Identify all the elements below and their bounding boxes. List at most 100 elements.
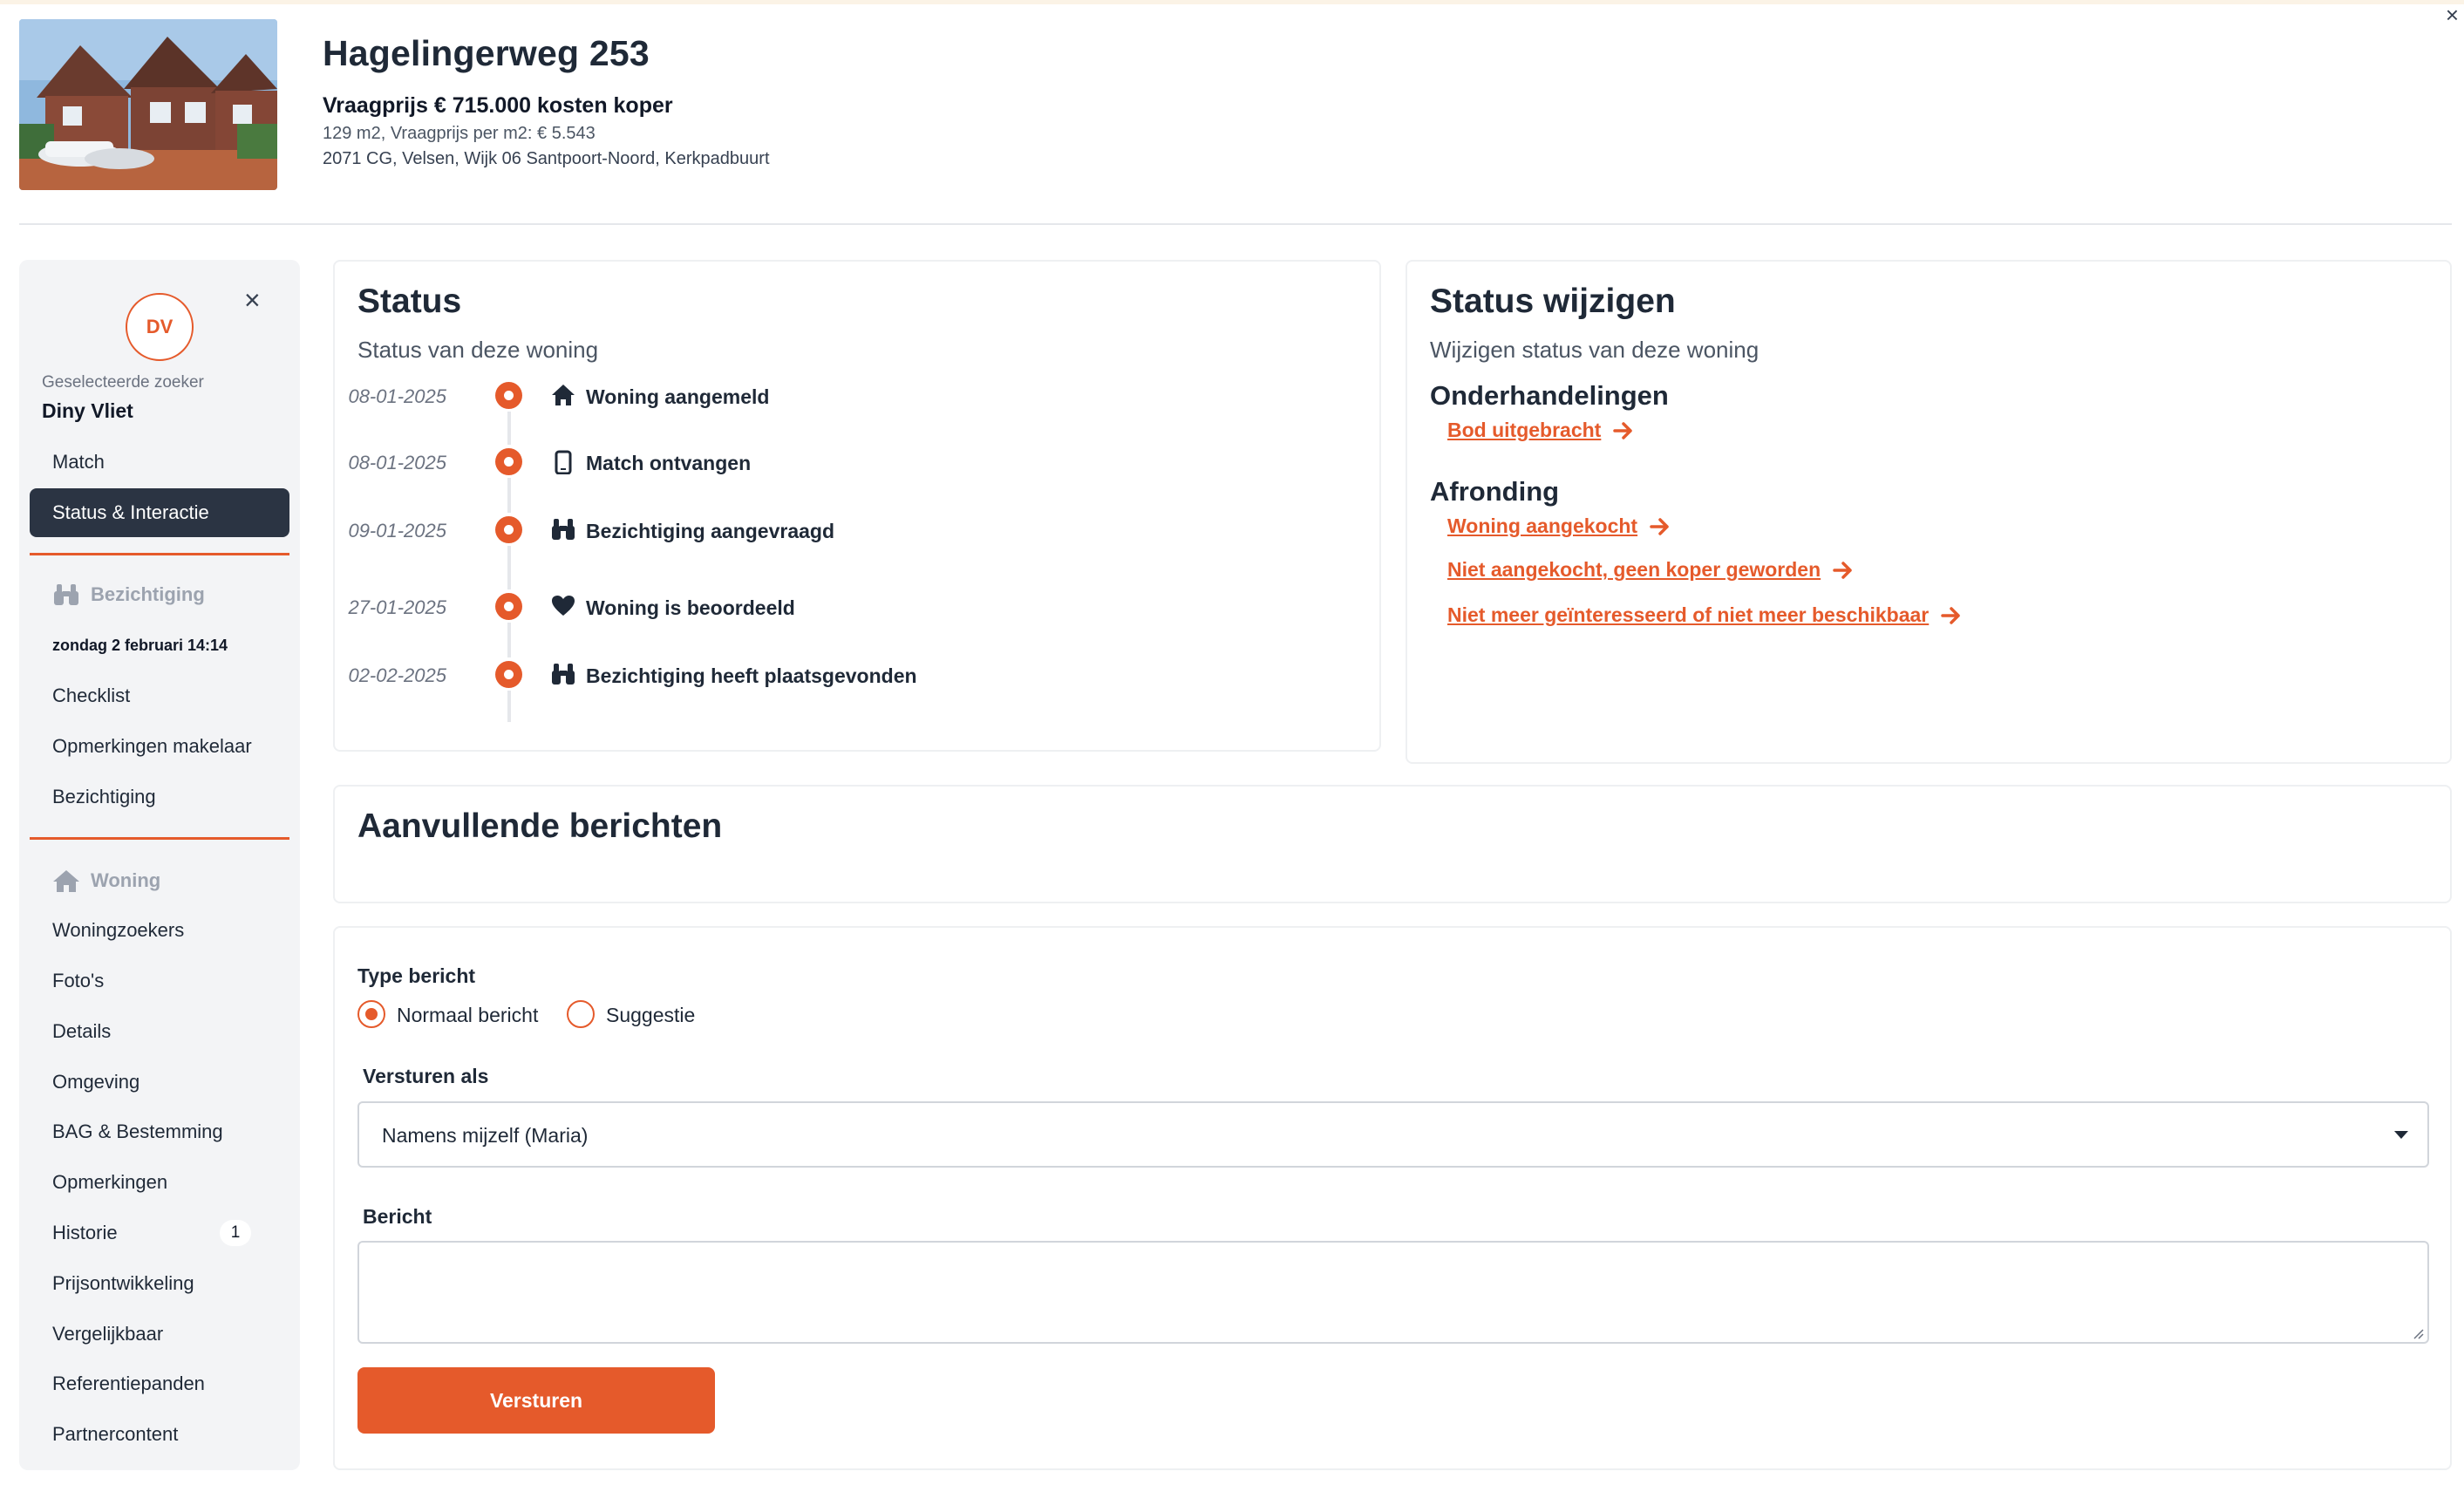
timeline-item: 27-01-2025 Woning is beoordeeld	[335, 589, 1372, 624]
avatar[interactable]: DV	[126, 293, 194, 361]
action-niet-aangekocht[interactable]: Niet aangekocht, geen koper geworden	[1447, 558, 1854, 582]
timeline-dot	[495, 516, 522, 543]
timeline-label: Bezichtiging heeft plaatsgevonden	[586, 664, 917, 687]
arrow-right-icon	[1833, 561, 1852, 579]
message-textarea[interactable]	[357, 1241, 2429, 1344]
timeline-connector	[507, 691, 511, 722]
sidebar-item-partnercontent[interactable]: Partnercontent	[30, 1410, 289, 1459]
timeline-dot	[495, 382, 522, 409]
sidebar-item-omgeving[interactable]: Omgeving	[30, 1058, 289, 1107]
listing-price: Vraagprijs € 715.000 kosten koper	[323, 93, 673, 118]
viewing-date: zondag 2 februari 14:14	[52, 637, 228, 654]
action-niet-meer-geinteresseerd[interactable]: Niet meer geïnteresseerd of niet meer be…	[1447, 603, 1962, 627]
messages-title: Aanvullende berichten	[357, 807, 723, 845]
listing-address: 2071 CG, Velsen, Wijk 06 Santpoort-Noord…	[323, 149, 770, 168]
status-title: Status	[357, 283, 462, 320]
sidebar-item-woningzoekers[interactable]: Woningzoekers	[30, 906, 289, 955]
timeline-label: Woning aangemeld	[586, 385, 770, 408]
send-as-label: Versturen als	[363, 1065, 489, 1087]
timeline-dot	[495, 593, 522, 620]
selected-seeker-label: Geselecteerde zoeker	[42, 373, 204, 392]
timeline-date: 08-01-2025	[348, 385, 446, 407]
selected-seeker-name: Diny Vliet	[42, 399, 133, 422]
sidebar-divider	[30, 553, 289, 555]
sidebar-item-referentiepanden[interactable]: Referentiepanden	[30, 1359, 289, 1408]
sidebar-item-bezichtiging[interactable]: Bezichtiging	[30, 773, 289, 821]
action-bod-uitgebracht[interactable]: Bod uitgebracht	[1447, 419, 1634, 442]
timeline-connector	[507, 412, 511, 445]
send-as-value: Namens mijzelf (Maria)	[382, 1124, 589, 1147]
timeline-item: 02-02-2025 Bezichtiging heeft plaatsgevo…	[335, 657, 1372, 692]
sidebar-item-status-interactie[interactable]: Status & Interactie	[30, 488, 289, 537]
house-icon	[53, 870, 79, 892]
timeline-date: 27-01-2025	[348, 596, 446, 618]
timeline-date: 08-01-2025	[348, 452, 446, 473]
resize-grip-icon[interactable]	[2412, 1327, 2424, 1339]
timeline-connector	[507, 546, 511, 589]
timeline-item: 09-01-2025 Bezichtiging aangevraagd	[335, 513, 1372, 548]
timeline-date: 02-02-2025	[348, 664, 446, 686]
sidebar-item-bag-bestemming[interactable]: BAG & Bestemming	[30, 1107, 289, 1156]
sidebar-item-vergelijkbaar[interactable]: Vergelijkbaar	[30, 1310, 289, 1359]
action-label: Bod uitgebracht	[1447, 419, 1602, 441]
sidebar-section-label: Bezichtiging	[91, 583, 205, 605]
timeline-connector	[507, 623, 511, 657]
messages-card: Aanvullende berichten	[333, 785, 2452, 903]
message-label: Bericht	[363, 1205, 432, 1228]
timeline-dot	[495, 661, 522, 688]
listing-meta: 129 m2, Vraagprijs per m2: € 5.543	[323, 124, 596, 143]
timeline-date: 09-01-2025	[348, 520, 446, 542]
sidebar-item-opmerkingen-makelaar[interactable]: Opmerkingen makelaar	[30, 722, 289, 771]
sidebar-item-match[interactable]: Match	[30, 438, 289, 487]
type-label: Type bericht	[357, 964, 476, 987]
send-as-select[interactable]: Namens mijzelf (Maria)	[357, 1101, 2429, 1168]
status-change-card: Status wijzigen Wijzigen status van deze…	[1406, 260, 2452, 764]
chevron-down-icon	[2394, 1131, 2408, 1139]
action-label: Niet aangekocht, geen koper geworden	[1447, 558, 1821, 581]
sidebar-item-details[interactable]: Details	[30, 1007, 289, 1056]
binoculars-icon	[54, 584, 78, 605]
group-title-onderhandelingen: Onderhandelingen	[1430, 380, 1669, 411]
radio-normaal-bericht[interactable]	[357, 1000, 385, 1028]
send-button[interactable]: Versturen	[357, 1367, 715, 1434]
sidebar-item-label: Historie	[52, 1222, 118, 1243]
timeline-item: 08-01-2025 Woning aangemeld	[335, 378, 1372, 413]
status-card: Status Status van deze woning 08-01-2025…	[333, 260, 1381, 752]
sidebar-item-fotos[interactable]: Foto's	[30, 957, 289, 1005]
sidebar-item-prijsontwikkeling[interactable]: Prijsontwikkeling	[30, 1259, 289, 1308]
arrow-right-icon	[1941, 606, 1960, 624]
arrow-right-icon	[1650, 517, 1669, 535]
listing-title: Hagelingerweg 253	[323, 33, 650, 73]
timeline-dot	[495, 448, 522, 475]
timeline-connector	[507, 478, 511, 513]
arrow-right-icon	[1613, 421, 1633, 439]
house-icon	[552, 385, 575, 405]
timeline-label: Match ontvangen	[586, 452, 752, 474]
radio-suggestie[interactable]	[567, 1000, 595, 1028]
listing-header: Hagelingerweg 253 Vraagprijs € 715.000 k…	[19, 19, 2452, 225]
sidebar-item-historie[interactable]: Historie 1	[30, 1209, 289, 1257]
status-change-title: Status wijzigen	[1430, 283, 1676, 320]
sidebar-divider	[30, 837, 289, 840]
sidebar: DV × Geselecteerde zoeker Diny Vliet Mat…	[19, 260, 300, 1470]
close-icon[interactable]: ×	[244, 286, 261, 314]
binoculars-icon	[552, 664, 575, 685]
timeline-item: 08-01-2025 Match ontvangen	[335, 445, 1372, 480]
listing-photo[interactable]	[19, 19, 277, 190]
status-change-subtitle: Wijzigen status van deze woning	[1430, 337, 1760, 363]
count-badge: 1	[220, 1220, 251, 1246]
sidebar-item-checklist[interactable]: Checklist	[30, 671, 289, 720]
sidebar-section-woning: Woning	[52, 869, 160, 893]
action-label: Niet meer geïnteresseerd of niet meer be…	[1447, 603, 1930, 626]
sidebar-section-bezichtiging: Bezichtiging	[52, 582, 205, 607]
heart-icon	[552, 596, 575, 616]
action-woning-aangekocht[interactable]: Woning aangekocht	[1447, 514, 1671, 538]
status-subtitle: Status van deze woning	[357, 337, 599, 363]
radio-label-suggestie: Suggestie	[606, 1004, 696, 1026]
radio-label-normaal-bericht: Normaal bericht	[397, 1004, 539, 1026]
group-title-afronding: Afronding	[1430, 476, 1560, 507]
timeline-label: Bezichtiging aangevraagd	[586, 520, 835, 542]
sidebar-item-opmerkingen[interactable]: Opmerkingen	[30, 1158, 289, 1207]
phone-icon	[555, 450, 572, 474]
sidebar-section-label: Woning	[91, 869, 161, 891]
